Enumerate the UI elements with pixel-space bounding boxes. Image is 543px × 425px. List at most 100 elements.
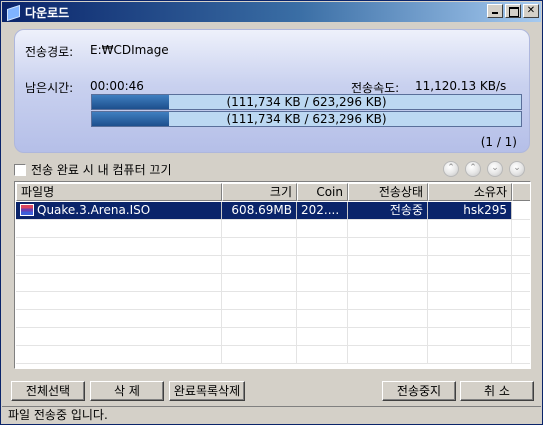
empty-cell [297,256,348,274]
close-icon: ✕ [526,5,536,16]
column-header-coin[interactable]: Coin [297,183,348,201]
file-owner: hsk295 [428,202,512,220]
empty-cell [512,220,530,238]
empty-cell [428,238,512,256]
move-bottom-button[interactable]: ⌄ [509,161,525,177]
app-icon [6,5,20,19]
close-button[interactable]: ✕ [523,4,539,18]
empty-cell [222,328,297,346]
empty-cell [512,274,530,292]
column-header-filename[interactable]: 파일명 [16,183,222,201]
column-header-status[interactable]: 전송상태 [348,183,428,201]
empty-cell [348,256,428,274]
empty-cell [512,346,530,364]
empty-cell [428,274,512,292]
empty-cell [512,238,530,256]
empty-cell [16,238,222,256]
empty-cell [16,220,222,238]
shutdown-option[interactable]: 전송 완료 시 내 컴퓨터 끄기 [14,161,172,178]
move-down-button[interactable]: ⌄ [487,161,503,177]
empty-cell [16,274,222,292]
empty-row [16,346,530,364]
remaining-time-value: 00:00:46 [90,79,144,93]
empty-cell [512,256,530,274]
current-file-progress-bar: (111,734 KB / 623,296 KB) [91,94,522,110]
empty-cell [348,310,428,328]
maximize-button[interactable] [505,4,521,18]
move-up-button[interactable]: ⌃ [465,161,481,177]
file-coin: 202.... [297,202,348,220]
empty-cell [348,274,428,292]
empty-row [16,310,530,328]
transfer-status: 전송중 [348,202,428,220]
remaining-time-label: 남은시간: [25,81,74,95]
empty-cell [297,220,348,238]
empty-cell [16,310,222,328]
empty-cell [222,238,297,256]
empty-row [16,220,530,238]
empty-row [16,274,530,292]
empty-cell [222,220,297,238]
empty-cell [16,328,222,346]
move-top-button[interactable]: ⌃ [443,161,459,177]
empty-row [16,238,530,256]
row-filler [512,202,530,220]
total-progress-bar: (111,734 KB / 623,296 KB) [91,111,522,127]
empty-row [16,292,530,310]
minimize-button[interactable] [487,4,503,18]
transfer-list[interactable]: 파일명 크기 Coin 전송상태 소유자 Quake.3.Arena.ISO 6… [14,181,531,369]
window-title: 다운로드 [25,5,70,20]
file-name-cell: Quake.3.Arena.ISO [16,202,222,220]
file-count: (1 / 1) [480,135,517,149]
column-header-owner[interactable]: 소유자 [428,183,512,201]
empty-cell [16,292,222,310]
empty-cell [297,328,348,346]
empty-cell [428,292,512,310]
progress-text: (111,734 KB / 623,296 KB) [226,112,387,126]
empty-cell [297,310,348,328]
empty-cell [348,346,428,364]
delete-completed-button[interactable]: 완료목록삭제 [169,381,245,401]
empty-cell [297,292,348,310]
empty-cell [348,220,428,238]
archive-file-icon [20,204,34,216]
transfer-info-panel: 전송경로: E:₩CDImage 남은시간: 00:00:46 전송속도: 11… [14,29,530,153]
empty-row [16,328,530,346]
empty-cell [222,346,297,364]
empty-cell [512,328,530,346]
status-bar: 파일 전송중 입니다. [2,406,541,424]
empty-cell [348,328,428,346]
file-size: 608.69MB [222,202,297,220]
empty-cell [222,310,297,328]
empty-cell [297,274,348,292]
progress-text: (111,734 KB / 623,296 KB) [226,95,387,109]
column-header-size[interactable]: 크기 [222,183,297,201]
file-name: Quake.3.Arena.ISO [37,203,151,217]
status-text: 파일 전송중 입니다. [8,408,108,422]
empty-cell [16,346,222,364]
table-row[interactable]: Quake.3.Arena.ISO 608.69MB 202.... 전송중 h… [16,202,530,220]
path-value: E:₩CDImage [90,43,169,57]
cancel-button[interactable]: 취 소 [460,381,534,401]
title-bar[interactable]: 다운로드 ✕ [2,2,541,22]
empty-cell [222,274,297,292]
shutdown-label: 전송 완료 시 내 컴퓨터 끄기 [31,163,172,177]
shutdown-checkbox[interactable] [14,163,26,176]
empty-cell [348,292,428,310]
stop-transfer-button[interactable]: 전송중지 [382,381,456,401]
empty-cell [348,238,428,256]
top-icon: ⌃ [447,163,455,173]
column-header-filler [512,183,530,201]
empty-cell [297,238,348,256]
select-all-button[interactable]: 전체선택 [11,381,85,401]
empty-cell [428,310,512,328]
reorder-buttons: ⌃ ⌃ ⌄ ⌄ [443,161,525,177]
empty-cell [222,256,297,274]
up-icon: ⌃ [469,163,477,173]
empty-cell [512,292,530,310]
empty-row [16,256,530,274]
delete-button[interactable]: 삭 제 [90,381,164,401]
empty-cell [297,346,348,364]
path-label: 전송경로: [25,45,74,59]
download-window: 다운로드 ✕ 전송경로: E:₩CDImage 남은시간: 00:00:46 전… [0,0,543,425]
